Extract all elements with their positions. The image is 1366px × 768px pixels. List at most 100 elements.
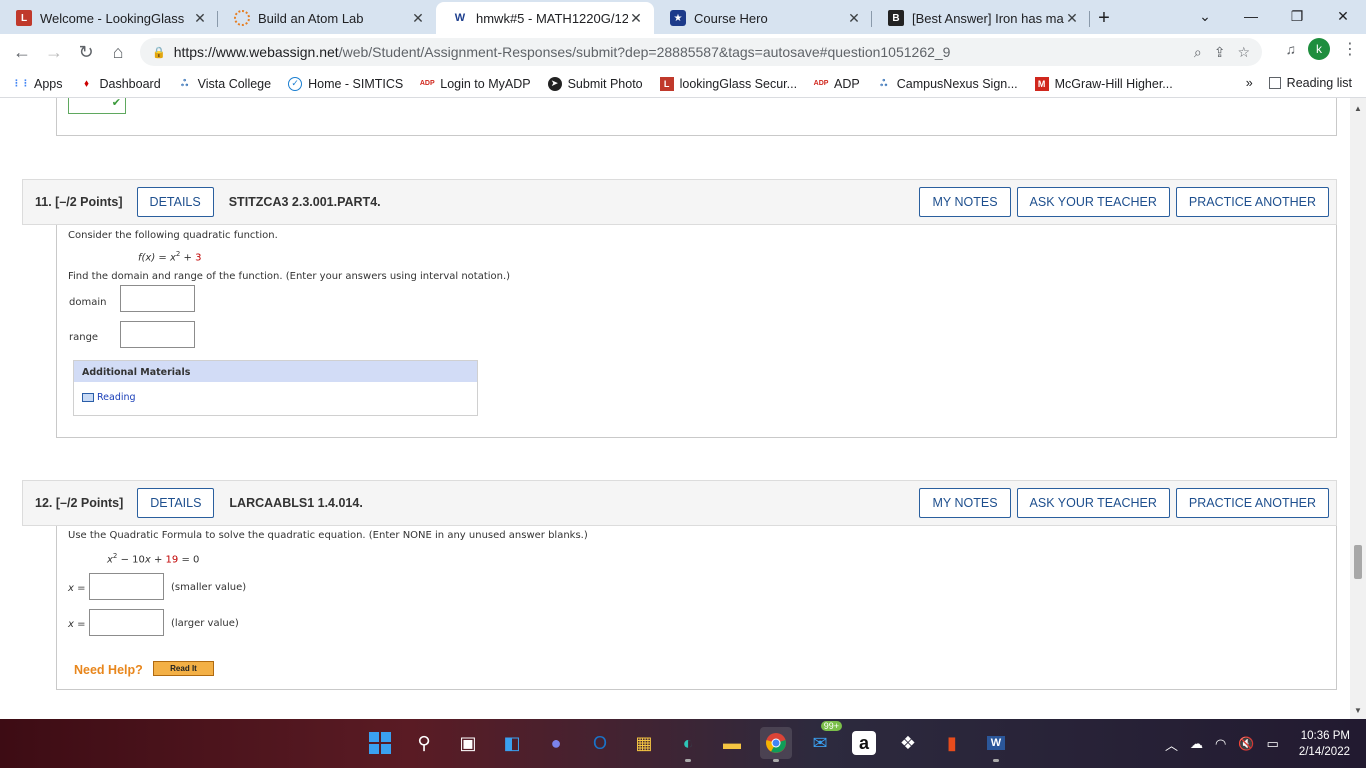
- function-lhs: f(x) = x: [138, 252, 176, 264]
- question-number: 11. [–/2 Points]: [35, 195, 123, 209]
- reading-list-label: Reading list: [1286, 76, 1352, 90]
- minimize-button[interactable]: —: [1228, 0, 1274, 32]
- tab-atom-lab[interactable]: Build an Atom Lab ✕: [218, 2, 436, 34]
- more-bookmarks-button[interactable]: »: [1246, 76, 1253, 90]
- bookmark-vista[interactable]: ஃ Vista College: [178, 77, 271, 91]
- vertical-scrollbar[interactable]: ▲ ▼: [1350, 98, 1366, 719]
- close-icon[interactable]: ✕: [846, 10, 862, 27]
- url-text[interactable]: https://www.webassign.net/web/Student/As…: [174, 44, 1194, 60]
- larger-value-hint: (larger value): [171, 618, 239, 629]
- bookmark-label: McGraw-Hill Higher...: [1054, 76, 1173, 91]
- close-icon[interactable]: ✕: [410, 10, 426, 27]
- window-controls: ⌄ — ❐ ✕: [1182, 0, 1366, 32]
- store-icon[interactable]: ▦: [628, 727, 660, 759]
- simtics-check-icon: ✓: [288, 76, 303, 91]
- widgets-icon[interactable]: ◧: [496, 727, 528, 759]
- tab-lookingglass[interactable]: L Welcome - LookingGlass ✕: [0, 2, 218, 34]
- previous-answer-field[interactable]: ✔: [68, 98, 126, 114]
- reload-button[interactable]: ↻: [70, 36, 102, 68]
- x-label: x =: [68, 583, 86, 594]
- back-button[interactable]: ←: [6, 36, 38, 68]
- tab-title: hmwk#5 - MATH1220G/1221: [476, 10, 628, 26]
- bookmark-simtics[interactable]: ✓ Home - SIMTICS: [288, 76, 403, 91]
- scroll-up-icon[interactable]: ▲: [1354, 104, 1362, 113]
- larger-value-input[interactable]: [89, 609, 164, 636]
- range-input[interactable]: [120, 321, 195, 348]
- mail-icon[interactable]: ✉ 99+: [804, 721, 842, 759]
- show-hidden-icons-chevron-icon[interactable]: ︿: [1165, 735, 1178, 754]
- file-explorer-icon[interactable]: ▬: [716, 727, 748, 759]
- eq-rhs: = 0: [178, 554, 200, 566]
- scroll-down-icon[interactable]: ▼: [1354, 706, 1362, 715]
- close-icon[interactable]: ✕: [192, 10, 208, 27]
- close-icon[interactable]: ✕: [628, 10, 644, 27]
- avatar[interactable]: k: [1308, 38, 1330, 60]
- my-notes-button[interactable]: MY NOTES: [919, 187, 1011, 217]
- bookmark-campusnexus[interactable]: ஃ CampusNexus Sign...: [877, 76, 1018, 91]
- battery-icon[interactable]: ▭: [1267, 736, 1279, 752]
- edge-icon[interactable]: ◐: [672, 727, 704, 762]
- onedrive-cloud-icon[interactable]: ☁: [1190, 736, 1203, 752]
- running-indicator: [773, 759, 779, 762]
- media-control-icon[interactable]: ♫: [1286, 41, 1297, 57]
- bookmark-lookingglass[interactable]: LlookingGlass Secur...: [659, 76, 797, 91]
- wifi-icon[interactable]: ◠: [1215, 736, 1226, 752]
- ask-teacher-button[interactable]: ASK YOUR TEACHER: [1016, 187, 1170, 217]
- search-icon[interactable]: ⚲: [408, 727, 440, 759]
- task-view-icon[interactable]: ▣: [452, 727, 484, 759]
- windows-start-icon[interactable]: [364, 727, 396, 759]
- word-icon[interactable]: W: [980, 727, 1012, 762]
- tab-webassign[interactable]: W hmwk#5 - MATH1220G/1221 ✕: [436, 2, 654, 34]
- office-icon[interactable]: ▮: [936, 727, 968, 759]
- bookmark-submit-photo[interactable]: ➤ Submit Photo: [547, 76, 643, 91]
- ask-teacher-button[interactable]: ASK YOUR TEACHER: [1016, 488, 1170, 518]
- bookmark-star-icon[interactable]: ☆: [1237, 44, 1250, 61]
- scrollbar-thumb[interactable]: [1354, 545, 1362, 579]
- menu-icon[interactable]: ⋮: [1342, 39, 1358, 59]
- bookmark-label: CampusNexus Sign...: [896, 76, 1018, 91]
- vista-icon: ஃ: [181, 77, 189, 88]
- address-bar[interactable]: 🔒 https://www.webassign.net/web/Student/…: [140, 38, 1262, 66]
- function-constant: 3: [195, 252, 202, 264]
- details-button[interactable]: DETAILS: [136, 187, 214, 217]
- tab-search-chevron-icon[interactable]: ⌄: [1182, 0, 1228, 32]
- points-text: [–/2 Points]: [55, 195, 123, 209]
- reading-link[interactable]: Reading: [82, 392, 136, 403]
- zoom-icon[interactable]: ⌕: [1194, 44, 1202, 61]
- forward-button[interactable]: →: [38, 36, 70, 68]
- close-icon[interactable]: ✕: [1064, 10, 1080, 27]
- mcgraw-hill-icon: M: [1034, 76, 1049, 91]
- dropbox-icon[interactable]: ❖: [892, 727, 924, 759]
- bookmark-mcgraw-hill[interactable]: M McGraw-Hill Higher...: [1034, 76, 1173, 91]
- practice-another-button[interactable]: PRACTICE ANOTHER: [1175, 187, 1329, 217]
- previous-question-body: [56, 98, 1337, 136]
- taskbar: ⚲ ▣ ◧ ● O ▦ ◐ ▬ ✉ 99+ a ❖ ▮ W ︿ ☁ ◠ 🔇 ▭ 1…: [0, 719, 1366, 768]
- restore-button[interactable]: ❐: [1274, 0, 1320, 32]
- chrome-icon[interactable]: [760, 727, 792, 762]
- x-label: x =: [68, 619, 86, 630]
- bookmark-myadp[interactable]: ADP Login to MyADP: [420, 77, 531, 91]
- smaller-value-input[interactable]: [89, 573, 164, 600]
- brainly-icon: B: [888, 10, 904, 26]
- domain-input[interactable]: [120, 285, 195, 312]
- home-button[interactable]: ⌂: [102, 36, 134, 68]
- read-it-button[interactable]: Read It: [153, 661, 214, 676]
- close-window-button[interactable]: ✕: [1320, 0, 1366, 32]
- volume-muted-icon[interactable]: 🔇: [1238, 736, 1254, 752]
- my-notes-button[interactable]: MY NOTES: [919, 488, 1011, 518]
- amazon-icon[interactable]: a: [852, 731, 876, 755]
- tab-coursehero[interactable]: ★ Course Hero ✕: [654, 2, 872, 34]
- tab-brainly[interactable]: B [Best Answer] Iron has many ✕: [872, 2, 1090, 34]
- practice-another-button[interactable]: PRACTICE ANOTHER: [1175, 488, 1329, 518]
- question-instructions: Find the domain and range of the functio…: [68, 271, 511, 282]
- share-icon[interactable]: ⇪: [1214, 44, 1226, 61]
- outlook-icon[interactable]: O: [584, 727, 616, 759]
- clock[interactable]: 10:36 PM 2/14/2022: [1299, 728, 1350, 760]
- details-button[interactable]: DETAILS: [137, 488, 215, 518]
- bookmark-apps[interactable]: ⋮⋮ Apps: [12, 77, 63, 91]
- reading-list-button[interactable]: Reading list: [1268, 76, 1352, 90]
- new-tab-button[interactable]: +: [1090, 2, 1118, 34]
- bookmark-dashboard[interactable]: ⬧ Dashboard: [80, 77, 160, 91]
- bookmark-adp[interactable]: ADP ADP: [814, 77, 860, 91]
- teams-chat-icon[interactable]: ●: [540, 727, 572, 759]
